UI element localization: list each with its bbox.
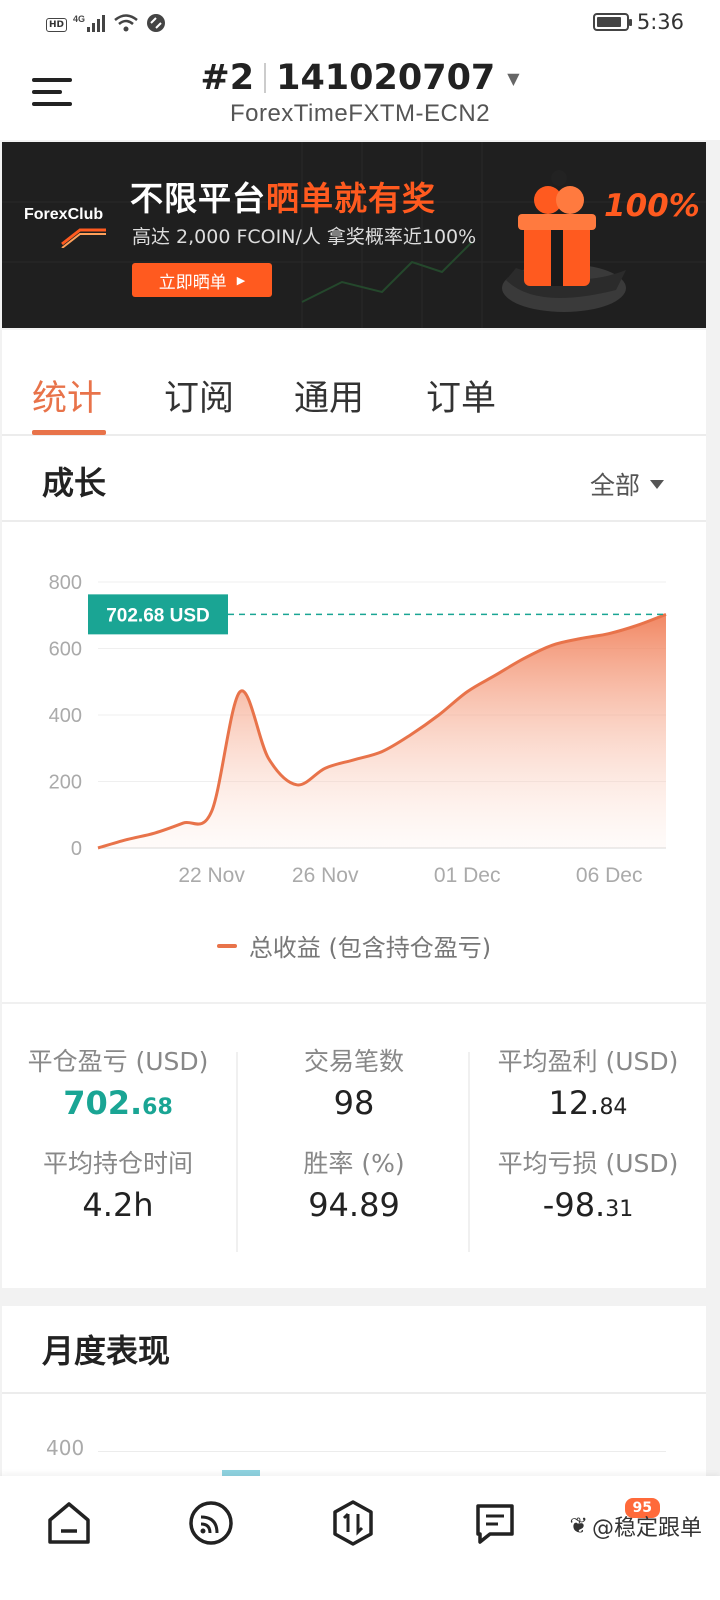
growth-header: 成长 全部 — [2, 438, 706, 522]
x-tick-label: 22 Nov — [178, 864, 245, 887]
stat-label: 平均持仓时间 — [42, 1149, 193, 1178]
x-tick-label: 06 Dec — [576, 864, 643, 887]
play-arrow-icon: ▶ — [236, 273, 246, 287]
stat-label: 胜率 (%) — [303, 1149, 405, 1178]
stat-label: 平仓盈亏 (USD) — [27, 1047, 209, 1076]
stat-label: 平均盈利 (USD) — [497, 1047, 679, 1076]
tab-orders[interactable]: 订单 — [426, 370, 496, 421]
divider — [468, 1052, 470, 1252]
stat-value: 98 — [333, 1084, 375, 1122]
monthly-card: 月度表现 400 — [2, 1306, 706, 1476]
stat-avg-profit: 平均盈利 (USD) 12.84 — [472, 1042, 704, 1122]
y-tick-label: 200 — [49, 772, 82, 794]
caret-down-icon: ▼ — [507, 68, 520, 88]
bottom-nav: 95 ❦ @稳定跟单 — [0, 1476, 720, 1600]
trade-icon[interactable] — [328, 1498, 378, 1548]
annotation-label: 702.68 USD — [106, 605, 210, 626]
subscription-icon[interactable] — [186, 1498, 236, 1548]
y-tick-label: 0 — [71, 838, 82, 860]
x-tick-label: 26 Nov — [292, 864, 359, 887]
legend-swatch — [216, 943, 237, 948]
orders-icon[interactable] — [470, 1498, 520, 1548]
signal-icon: 4G — [73, 13, 107, 37]
chart-legend: 总收益 (包含持仓盈亏) — [2, 928, 706, 963]
stat-avg-hold: 平均持仓时间 4.2h — [2, 1144, 234, 1224]
account-selector[interactable]: #2 141020707 ▼ ForexTimeFXTM-ECN2 — [0, 58, 720, 128]
stat-avg-loss: 平均亏损 (USD) -98.31 — [472, 1144, 704, 1224]
tab-subscription[interactable]: 订阅 — [164, 370, 234, 421]
stat-closed-pnl: 平仓盈亏 (USD) 702.68 — [2, 1042, 234, 1122]
gift-illustration — [502, 170, 626, 312]
range-dropdown[interactable]: 全部 — [590, 466, 664, 502]
forexclub-logo: ForexClub — [24, 206, 108, 248]
banner-percent: 100% — [604, 188, 700, 224]
tab-bar: 统计 订阅 通用 订单 — [2, 330, 706, 436]
watermark-logo-icon: ❦ — [569, 1513, 588, 1539]
status-right: 5:36 — [592, 10, 684, 34]
active-tab-indicator — [32, 430, 106, 435]
banner-title: 不限平台晒单就有奖 — [130, 179, 436, 218]
tab-general[interactable]: 通用 — [294, 370, 364, 421]
status-left: HD 4G — [46, 12, 167, 38]
gridline — [98, 1451, 666, 1452]
monthly-title: 月度表现 — [42, 1332, 171, 1370]
growth-chart: 0 200 400 600 800 22 Nov 26 Nov 01 Dec 06 Dec 702… — [49, 572, 667, 887]
y-tick-label: 800 — [49, 572, 82, 594]
stat-label: 交易笔数 — [303, 1047, 404, 1076]
banner-subtitle: 高达 2,000 FCOIN/人 拿奖概率近100% — [132, 226, 477, 248]
watermark: ❦ @稳定跟单 — [569, 1513, 702, 1542]
y-tick-label: 400 — [49, 705, 82, 727]
y-tick-label: 400 — [46, 1436, 85, 1460]
home-icon[interactable] — [44, 1498, 94, 1548]
stat-value: -98.31 — [542, 1186, 634, 1224]
status-bar: HD 4G 5:36 — [0, 0, 720, 50]
series-area — [98, 614, 666, 848]
tab-stats[interactable]: 统计 — [32, 370, 102, 421]
stats-card: 统计 订阅 通用 订单 成长 全部 0 200 400 600 800 22 Nov 26 … — [2, 330, 706, 1288]
x-tick-label: 01 Dec — [434, 864, 501, 887]
stat-win-rate: 胜率 (%) 94.89 — [238, 1144, 470, 1224]
stat-trades: 交易笔数 98 — [238, 1042, 470, 1122]
stat-value: 702.68 — [63, 1084, 173, 1122]
legend-label: 总收益 (包含持仓盈亏) — [248, 934, 492, 962]
promo-banner[interactable]: ForexClub 不限平台晒单就有奖 高达 2,000 FCOIN/人 拿奖概… — [2, 142, 706, 328]
wifi-icon — [113, 13, 139, 37]
account-rank: #2 — [200, 58, 255, 98]
nfc-icon — [145, 12, 167, 38]
hd-badge: HD — [46, 18, 68, 32]
stat-value: 94.89 — [308, 1186, 400, 1224]
y-tick-label: 600 — [49, 639, 82, 661]
account-number: 141020707 — [276, 58, 496, 98]
stat-value: 4.2h — [82, 1186, 154, 1224]
battery-icon — [592, 13, 632, 31]
divider — [2, 1392, 706, 1394]
stat-value: 12.84 — [548, 1084, 628, 1122]
stat-label: 平均亏损 (USD) — [497, 1149, 679, 1178]
divider — [2, 1002, 706, 1004]
svg-text:4G: 4G — [73, 14, 85, 24]
clock: 5:36 — [636, 10, 684, 34]
divider — [236, 1052, 238, 1252]
caret-down-icon — [650, 479, 664, 489]
growth-title: 成长 — [42, 464, 107, 502]
server-name: ForexTimeFXTM-ECN2 — [229, 100, 491, 127]
share-now-button[interactable]: 立即晒单 ▶ — [132, 263, 272, 297]
app-header: #2 141020707 ▼ ForexTimeFXTM-ECN2 — [0, 50, 720, 140]
divider — [264, 63, 267, 93]
stats-grid: 平仓盈亏 (USD) 702.68 交易笔数 98 平均盈利 (USD) 12.… — [2, 1042, 706, 1252]
